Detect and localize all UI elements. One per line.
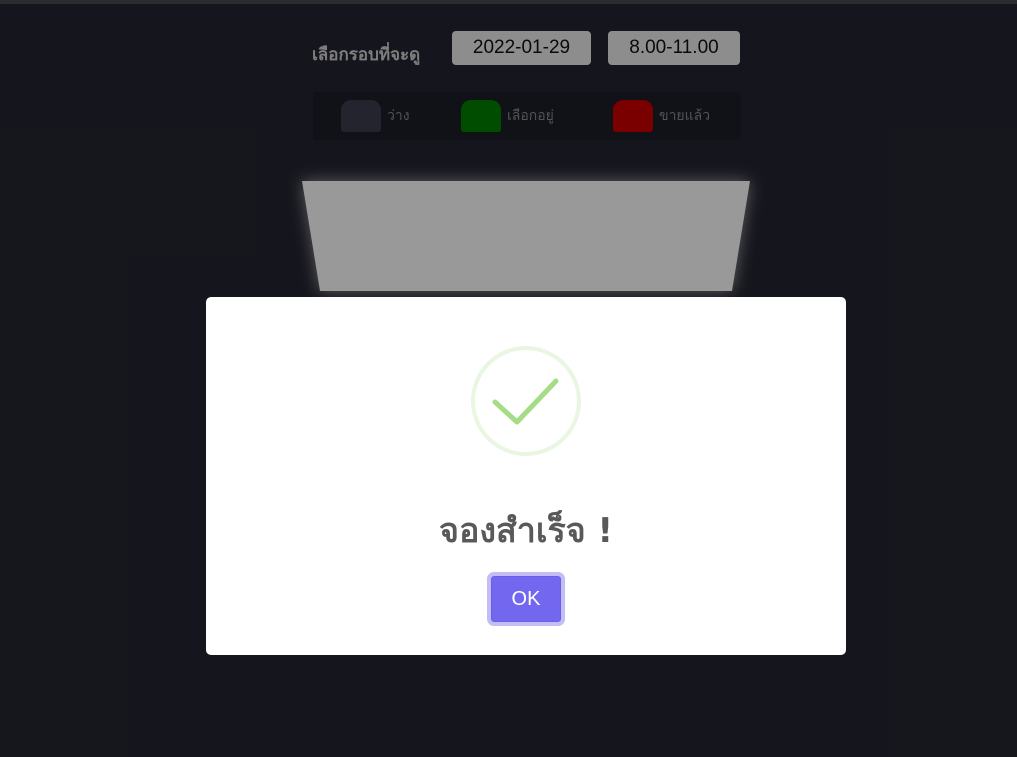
success-dialog: จองสำเร็จ ! OK (206, 297, 846, 655)
check-circle-icon (470, 345, 582, 457)
ok-button[interactable]: OK (487, 572, 565, 626)
dialog-title: จองสำเร็จ ! (439, 511, 613, 551)
